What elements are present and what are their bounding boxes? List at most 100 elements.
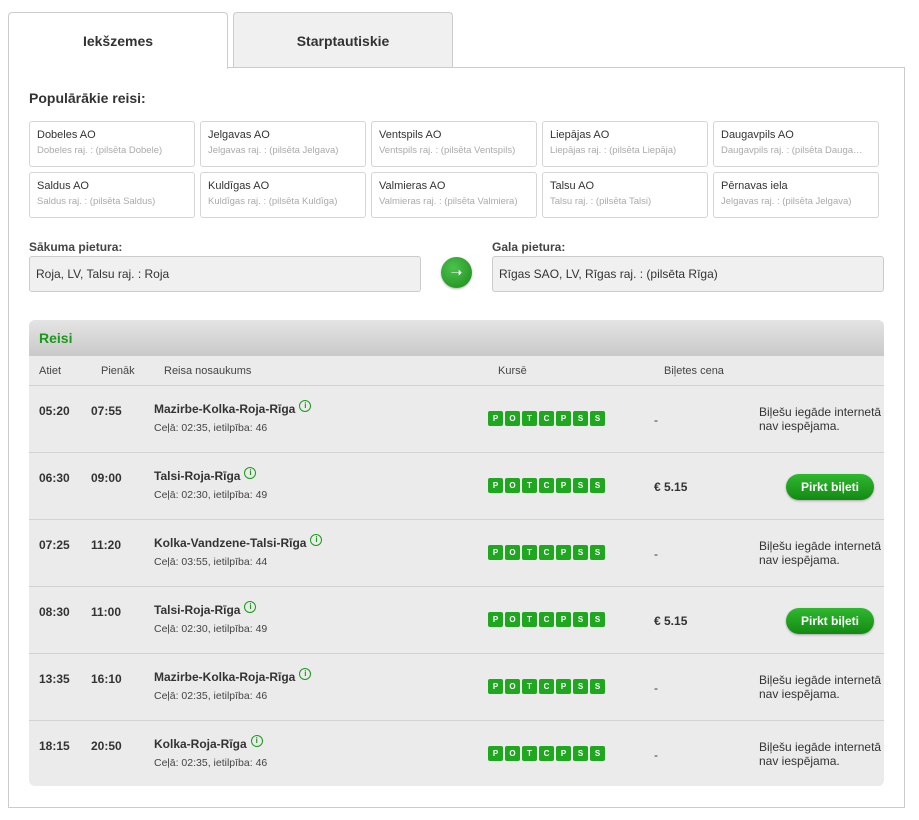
trip-row: 13:35 16:10 Mazirbe-Kolka-Roja-Rīga i Ceļā: … bbox=[29, 654, 884, 721]
day-badge: C bbox=[539, 679, 554, 694]
ticket-price: € 5.15 bbox=[654, 614, 688, 628]
route-name: Talsi-Roja-Rīga i bbox=[154, 467, 257, 483]
trip-row: 05:20 07:55 Mazirbe-Kolka-Roja-Rīga i Ceļā: … bbox=[29, 386, 884, 453]
departure-time: 05:20 bbox=[39, 404, 70, 418]
trip-row: 07:25 11:20 Kolka-Vandzene-Talsi-Rīga i Ceļā… bbox=[29, 520, 884, 587]
day-badge: P bbox=[488, 478, 503, 493]
route-details: Ceļā: 02:35, ietilpība: 46 bbox=[154, 757, 268, 769]
popular-route-card[interactable]: Daugavpils AO Daugavpils raj. : (pilsēta … bbox=[713, 121, 879, 167]
day-badge: S bbox=[590, 545, 605, 560]
arrival-time: 09:00 bbox=[91, 471, 122, 485]
popular-route-card[interactable]: Talsu AO Talsu raj. : (pilsēta Talsi) bbox=[542, 172, 708, 218]
day-badge: S bbox=[590, 478, 605, 493]
popular-route-card[interactable]: Pērnavas iela Jelgavas raj. : (pilsēta Je… bbox=[713, 172, 879, 218]
online-purchase-unavailable: Biļešu iegāde internetā nav iespējama. bbox=[759, 539, 882, 567]
route-details: Ceļā: 02:35, ietilpība: 46 bbox=[154, 422, 268, 434]
operating-days: POTCPSS bbox=[488, 612, 605, 627]
popular-route-card[interactable]: Valmieras AO Valmieras raj. : (pilsēta Va… bbox=[371, 172, 537, 218]
operating-days: POTCPSS bbox=[488, 478, 605, 493]
day-badge: O bbox=[505, 612, 520, 627]
tab-domestic[interactable]: Iekšzemes bbox=[8, 12, 228, 69]
popular-route-card[interactable]: Jelgavas AO Jelgavas raj. : (pilsēta Jelg… bbox=[200, 121, 366, 167]
day-badge: O bbox=[505, 411, 520, 426]
day-badge: C bbox=[539, 411, 554, 426]
day-badge: S bbox=[573, 545, 588, 560]
day-badge: C bbox=[539, 545, 554, 560]
buy-ticket-button[interactable]: Pirkt biļeti bbox=[786, 474, 874, 500]
day-badge: P bbox=[556, 612, 571, 627]
ticket-price: - bbox=[654, 413, 658, 427]
popular-route-name: Kuldīgas AO bbox=[208, 180, 270, 192]
results-title: Reisi bbox=[29, 320, 884, 356]
route-details: Ceļā: 02:35, ietilpība: 46 bbox=[154, 690, 268, 702]
route-name: Mazirbe-Kolka-Roja-Rīga i bbox=[154, 400, 312, 416]
popular-route-region: Talsu raj. : (pilsēta Talsi) bbox=[550, 196, 652, 207]
popular-route-card[interactable]: Kuldīgas AO Kuldīgas raj. : (pilsēta Kuld… bbox=[200, 172, 366, 218]
day-badge: S bbox=[573, 679, 588, 694]
trip-row: 08:30 11:00 Talsi-Roja-Rīga i Ceļā: 02:30, i… bbox=[29, 587, 884, 654]
popular-route-card[interactable]: Saldus AO Saldus raj. : (pilsēta Saldus) bbox=[29, 172, 195, 218]
route-details: Ceļā: 03:55, ietilpība: 44 bbox=[154, 556, 268, 568]
from-stop-field[interactable]: Roja, LV, Talsu raj. : Roja bbox=[29, 256, 421, 292]
popular-route-name: Talsu AO bbox=[550, 180, 595, 192]
popular-route-name: Daugavpils AO bbox=[721, 129, 794, 141]
popular-route-region: Saldus raj. : (pilsēta Saldus) bbox=[37, 196, 156, 207]
col-departure: Atiet bbox=[39, 365, 62, 377]
info-icon[interactable]: i bbox=[250, 735, 263, 747]
route-name: Talsi-Roja-Rīga i bbox=[154, 601, 257, 617]
popular-route-name: Liepājas AO bbox=[550, 129, 610, 141]
info-icon[interactable]: i bbox=[299, 400, 312, 412]
day-badge: P bbox=[556, 746, 571, 761]
online-purchase-unavailable: Biļešu iegāde internetā nav iespējama. bbox=[759, 405, 882, 433]
buy-ticket-button[interactable]: Pirkt biļeti bbox=[786, 608, 874, 634]
day-badge: P bbox=[556, 545, 571, 560]
to-stop-field[interactable]: Rīgas SAO, LV, Rīgas raj. : (pilsēta Rīg… bbox=[492, 256, 884, 292]
day-badge: P bbox=[488, 679, 503, 694]
arrival-time: 11:20 bbox=[91, 538, 122, 552]
popular-route-region: Daugavpils raj. : (pilsēta Dauga… bbox=[721, 145, 863, 156]
day-badge: O bbox=[505, 679, 520, 694]
route-name-text: Mazirbe-Kolka-Roja-Rīga bbox=[154, 670, 296, 684]
tab-international[interactable]: Starptautiskie bbox=[233, 12, 453, 68]
route-name-text: Talsi-Roja-Rīga bbox=[154, 603, 241, 617]
popular-route-name: Ventspils AO bbox=[379, 129, 442, 141]
operating-days: POTCPSS bbox=[488, 679, 605, 694]
popular-route-region: Jelgavas raj. : (pilsēta Jelgava) bbox=[208, 145, 339, 156]
popular-routes-grid: Dobeles AO Dobeles raj. : (pilsēta Dobele… bbox=[29, 121, 879, 218]
departure-time: 13:35 bbox=[39, 672, 70, 686]
day-badge: S bbox=[573, 478, 588, 493]
day-badge: S bbox=[573, 746, 588, 761]
day-badge: O bbox=[505, 545, 520, 560]
info-icon[interactable]: i bbox=[244, 601, 257, 613]
day-badge: S bbox=[573, 411, 588, 426]
info-icon[interactable]: i bbox=[244, 467, 257, 479]
day-badge: T bbox=[522, 679, 537, 694]
info-icon[interactable]: i bbox=[299, 668, 312, 680]
popular-route-card[interactable]: Liepājas AO Liepājas raj. : (pilsēta Liep… bbox=[542, 121, 708, 167]
day-badge: P bbox=[488, 746, 503, 761]
col-days: Kursē bbox=[498, 365, 527, 377]
trip-row: 18:15 20:50 Kolka-Roja-Rīga i Ceļā: 02:35, i… bbox=[29, 721, 884, 786]
day-badge: T bbox=[522, 612, 537, 627]
day-badge: P bbox=[488, 411, 503, 426]
popular-route-name: Pērnavas iela bbox=[721, 180, 788, 192]
day-badge: P bbox=[488, 612, 503, 627]
route-name-text: Kolka-Roja-Rīga bbox=[154, 737, 247, 751]
day-badge: S bbox=[590, 746, 605, 761]
day-badge: T bbox=[522, 478, 537, 493]
day-badge: P bbox=[556, 411, 571, 426]
route-name-text: Talsi-Roja-Rīga bbox=[154, 469, 241, 483]
day-badge: O bbox=[505, 478, 520, 493]
route-name-text: Kolka-Vandzene-Talsi-Rīga bbox=[154, 536, 307, 550]
col-route-name: Reisa nosaukums bbox=[164, 365, 252, 377]
swap-direction-button[interactable]: ➝ bbox=[441, 257, 472, 288]
info-icon[interactable]: i bbox=[310, 534, 323, 546]
day-badge: O bbox=[505, 746, 520, 761]
ticket-price: - bbox=[654, 547, 658, 561]
trip-row: 06:30 09:00 Talsi-Roja-Rīga i Ceļā: 02:30, i… bbox=[29, 453, 884, 520]
popular-route-card[interactable]: Ventspils AO Ventspils raj. : (pilsēta Ve… bbox=[371, 121, 537, 167]
results-column-headers: Atiet Pienāk Reisa nosaukums Kursē Biļet… bbox=[29, 356, 884, 386]
popular-route-card[interactable]: Dobeles AO Dobeles raj. : (pilsēta Dobele… bbox=[29, 121, 195, 167]
operating-days: POTCPSS bbox=[488, 545, 605, 560]
ticket-price: € 5.15 bbox=[654, 480, 688, 494]
